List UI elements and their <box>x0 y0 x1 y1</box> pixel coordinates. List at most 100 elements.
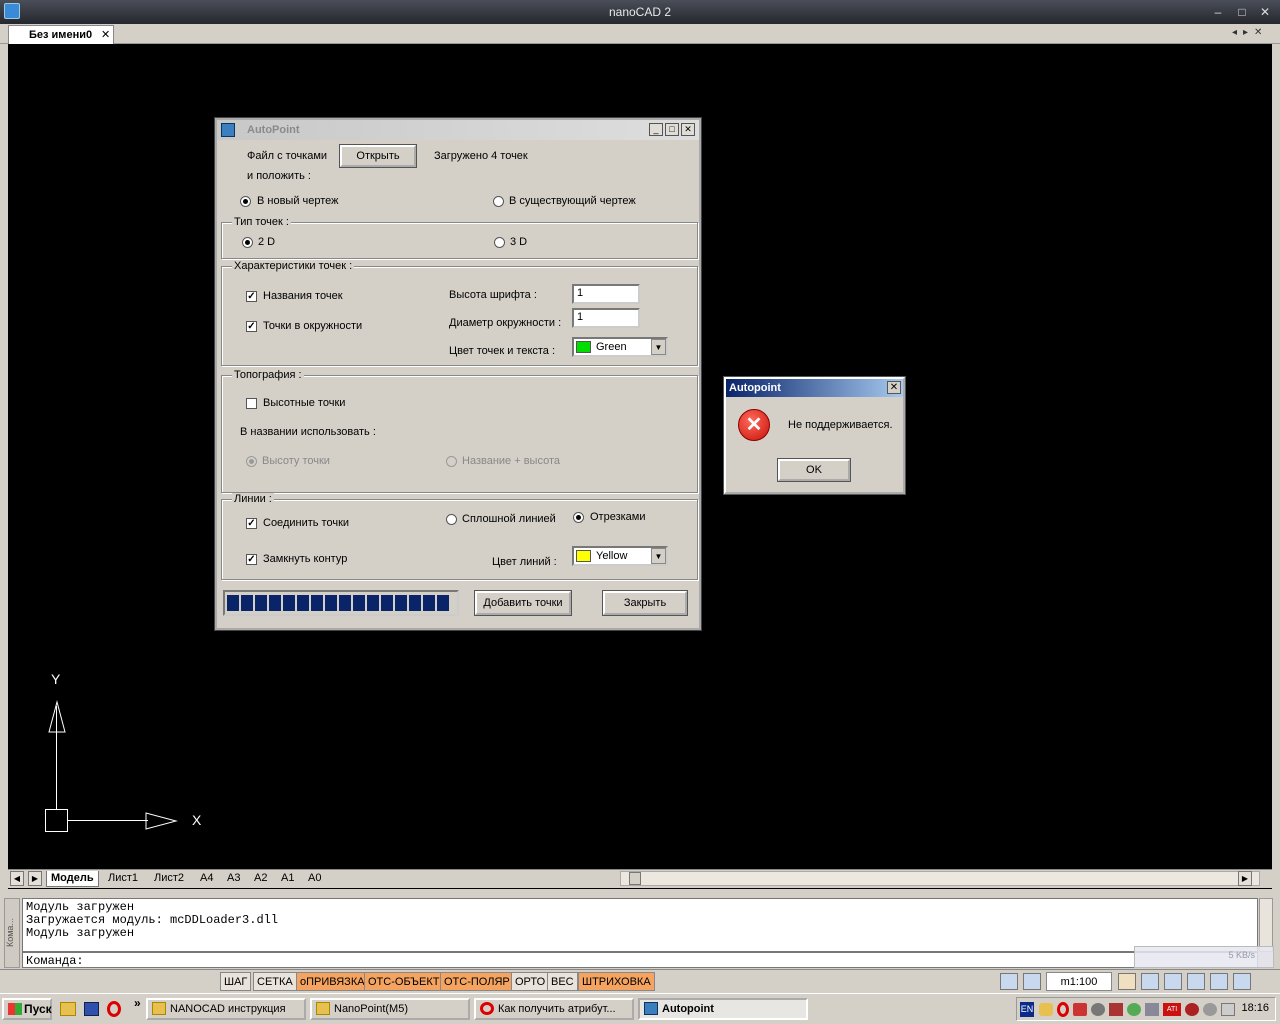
tab-a0[interactable]: A0 <box>304 871 325 887</box>
dialog-maximize-icon[interactable]: □ <box>665 123 679 136</box>
document-tab[interactable]: Без имени0 ✕ <box>8 25 114 44</box>
ortho-button[interactable]: ОРТО <box>511 972 550 991</box>
type-3d-radio[interactable] <box>494 237 505 248</box>
folder-icon[interactable] <box>60 1002 76 1016</box>
segments-radio[interactable] <box>573 512 584 523</box>
connect-points-checkbox[interactable]: ✓ <box>246 518 257 529</box>
use-height-radio[interactable] <box>246 456 257 467</box>
ati-icon[interactable]: ATI <box>1163 1003 1181 1016</box>
points-in-circle-checkbox[interactable]: ✓ <box>246 321 257 332</box>
opera-icon[interactable] <box>107 1001 121 1017</box>
close-dialog-button[interactable]: Закрыть <box>602 590 688 616</box>
command-prompt: Команда: <box>26 954 84 968</box>
error-close-icon[interactable]: ✕ <box>887 381 901 394</box>
lock-icon[interactable] <box>1118 973 1136 990</box>
point-color-label: Цвет точек и текста : <box>449 345 556 357</box>
point-color-select[interactable]: Green ▼ <box>572 337 668 357</box>
font-height-input[interactable]: 1 <box>572 284 640 304</box>
line-color-select[interactable]: Yellow ▼ <box>572 546 668 566</box>
point-names-checkbox[interactable]: ✓ <box>246 291 257 302</box>
add-points-button[interactable]: Добавить точки <box>474 590 572 616</box>
taskbar-item-label: Autopoint <box>662 1003 714 1015</box>
close-tab-icon[interactable]: ✕ <box>101 26 110 44</box>
network-icon[interactable] <box>1127 1003 1141 1016</box>
progress-block <box>409 595 421 611</box>
tab-model[interactable]: Модель <box>46 871 99 887</box>
hscroll-right-icon[interactable]: ▶ <box>1238 871 1252 886</box>
clock[interactable]: 18:16 <box>1241 1002 1269 1014</box>
scale-selector[interactable]: m1:100 <box>1046 972 1112 991</box>
tab-sheet1[interactable]: Лист1 <box>104 871 142 887</box>
minimize-button[interactable]: – <box>1210 4 1226 20</box>
segments-label: Отрезками <box>590 511 646 523</box>
type-2d-radio[interactable] <box>242 237 253 248</box>
tab-a4[interactable]: A4 <box>196 871 217 887</box>
progress-block <box>255 595 267 611</box>
pan-icon[interactable] <box>1210 973 1228 990</box>
lineweight-button[interactable]: ВЕС <box>547 972 578 991</box>
command-input[interactable]: Команда: <box>22 952 1258 968</box>
tray-app-icon[interactable] <box>1039 1003 1053 1016</box>
taskbar-item-autopoint[interactable]: Autopoint <box>638 998 808 1020</box>
tab-controls[interactable]: ◂▸✕ <box>1232 27 1272 38</box>
ok-button[interactable]: OK <box>777 458 851 482</box>
language-indicator[interactable]: EN <box>1020 1002 1034 1017</box>
system-tray: EN ATI 18:16 <box>1016 997 1276 1021</box>
tray-clock-icon[interactable] <box>1203 1003 1217 1016</box>
taskbar-item-browser[interactable]: Как получить атрибут... <box>474 998 634 1020</box>
tab-sheet2[interactable]: Лист2 <box>150 871 188 887</box>
tab-a2[interactable]: A2 <box>250 871 271 887</box>
new-drawing-radio[interactable] <box>240 196 251 207</box>
elevation-points-checkbox[interactable] <box>246 398 257 409</box>
settings-icon[interactable] <box>1233 973 1251 990</box>
close-contour-checkbox[interactable]: ✓ <box>246 554 257 565</box>
zoom-icon[interactable] <box>1141 973 1159 990</box>
zoom-window-icon[interactable] <box>1164 973 1182 990</box>
tab-a3[interactable]: A3 <box>223 871 244 887</box>
tab-a1[interactable]: A1 <box>277 871 298 887</box>
font-height-label: Высота шрифта : <box>449 289 537 301</box>
snap-button[interactable]: ШАГ <box>220 972 252 991</box>
maximize-button[interactable]: □ <box>1234 4 1250 20</box>
paper-space-icon[interactable] <box>1023 973 1041 990</box>
antivirus-icon[interactable] <box>1073 1003 1087 1016</box>
open-file-button[interactable]: Открыть <box>339 144 417 168</box>
chevron-down-icon[interactable]: ▼ <box>651 548 666 564</box>
command-log-scrollbar[interactable] <box>1259 898 1273 952</box>
quicklaunch-more-icon[interactable]: » <box>134 996 141 1010</box>
existing-drawing-radio[interactable] <box>493 196 504 207</box>
progress-block <box>353 595 365 611</box>
polar-button[interactable]: ОТС-ПОЛЯР <box>440 972 514 991</box>
horizontal-scrollbar[interactable] <box>620 871 1260 886</box>
grid-button[interactable]: СЕТКА <box>253 972 297 991</box>
chevron-down-icon[interactable]: ▼ <box>651 339 666 355</box>
solid-line-radio[interactable] <box>446 514 457 525</box>
taskbar-item-nanopoint[interactable]: NanoPoint(M5) <box>310 998 470 1020</box>
point-color-swatch <box>576 341 591 353</box>
progress-block <box>437 595 449 611</box>
dialog-close-icon[interactable]: ✕ <box>681 123 695 136</box>
app-icon[interactable] <box>4 3 20 19</box>
tab-scroll-left-icon[interactable]: ◀ <box>10 871 24 886</box>
start-button[interactable]: Пуск <box>2 998 52 1020</box>
use-name-height-radio[interactable] <box>446 456 457 467</box>
tray-media-icon[interactable] <box>1185 1003 1199 1016</box>
ucs-x-label: X <box>192 812 202 828</box>
tab-scroll-right-icon[interactable]: ▶ <box>28 871 42 886</box>
opera-tray-icon[interactable] <box>1057 1002 1069 1017</box>
hatch-button[interactable]: ШТРИХОВКА <box>578 972 655 991</box>
volume-icon[interactable] <box>1221 1003 1235 1016</box>
tray-shield-icon[interactable] <box>1091 1003 1105 1016</box>
dialog-minimize-icon[interactable]: _ <box>649 123 663 136</box>
zoom-extents-icon[interactable] <box>1187 973 1205 990</box>
close-window-button[interactable]: ✕ <box>1257 4 1273 20</box>
type-2d-label: 2 D <box>258 236 276 248</box>
taskbar-item-nanocad-manual[interactable]: NANOCAD инструкция <box>146 998 306 1020</box>
otrack-button[interactable]: ОТС-ОБЪЕКТ <box>364 972 444 991</box>
tray-tool-icon[interactable] <box>1109 1003 1123 1016</box>
tray-utility-icon[interactable] <box>1145 1003 1159 1016</box>
osnap-button[interactable]: оПРИВЯЗКА <box>296 972 369 991</box>
save-icon[interactable] <box>84 1002 99 1016</box>
circle-diameter-input[interactable]: 1 <box>572 308 640 328</box>
model-space-icon[interactable] <box>1000 973 1018 990</box>
